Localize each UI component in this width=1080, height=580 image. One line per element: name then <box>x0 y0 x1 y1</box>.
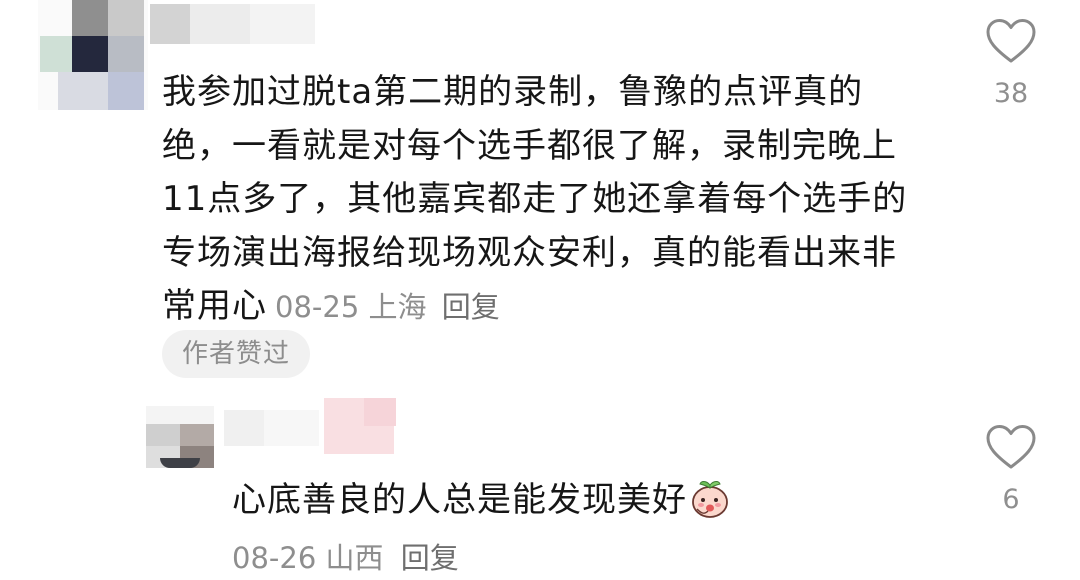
avatar[interactable] <box>146 406 214 468</box>
heart-outline-icon[interactable] <box>985 18 1037 64</box>
author-liked-badge: 作者赞过 <box>162 330 311 378</box>
username[interactable] <box>40 4 315 44</box>
comment-body: 心底善良的人总是能发现美好 <box>232 480 687 520</box>
reply-button[interactable]: 回复 <box>442 290 500 324</box>
comment-text: 我参加过脱ta第二期的录制，鲁豫的点评真的绝，一看就是对每个选手都很了解，录制完… <box>162 66 922 335</box>
comment-location: 上海 <box>368 290 427 324</box>
like-count: 38 <box>993 78 1029 109</box>
comment-location: 山西 <box>325 541 384 575</box>
like-button[interactable]: 6 <box>984 424 1038 518</box>
comment-item: 我参加过脱ta第二期的录制，鲁豫的点评真的绝，一看就是对每个选手都很了解，录制完… <box>0 0 1080 390</box>
like-button[interactable]: 38 <box>984 18 1038 112</box>
reply-item: 心底善良的人总是能发现美好 08-26 山西 回复 <box>0 390 1080 580</box>
comment-date: 08-26 <box>232 541 317 575</box>
comment-meta: 08-25 上海 回复 <box>275 290 500 324</box>
reply-button[interactable]: 回复 <box>401 541 459 575</box>
like-count: 6 <box>1002 484 1020 515</box>
heart-outline-icon[interactable] <box>985 424 1037 470</box>
comment-date: 08-25 <box>275 290 360 324</box>
comment-meta: 08-26 山西 回复 <box>232 538 459 578</box>
username[interactable] <box>224 394 434 456</box>
peach-emoji-icon <box>692 481 728 518</box>
comment-body: 我参加过脱ta第二期的录制，鲁豫的点评真的绝，一看就是对每个选手都很了解，录制完… <box>162 72 908 326</box>
comment-text: 心底善良的人总是能发现美好 <box>232 475 852 525</box>
